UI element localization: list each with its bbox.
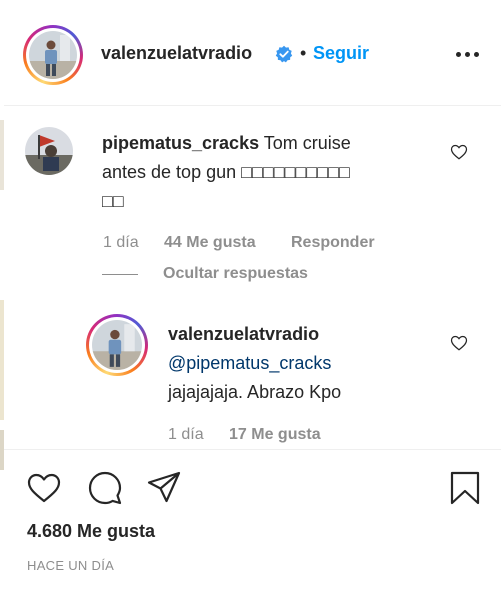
divider-line [102,274,138,275]
post-timestamp: HACE UN DÍA [27,558,115,573]
likes-count[interactable]: 4.680 Me gusta [27,521,155,542]
follow-button[interactable]: Seguir [313,43,369,64]
reply-likes[interactable]: 17 Me gusta [229,426,321,444]
commenter-avatar[interactable] [25,127,73,175]
bookmark-icon[interactable] [447,470,483,506]
comment-text-line2: antes de top gun □□□□□□□□□□ [102,162,350,182]
reply-time[interactable]: 1 día [168,426,204,444]
comment-text-line3: □□ [102,191,124,211]
comment-like-icon[interactable] [450,143,468,161]
paper-plane-icon[interactable] [146,470,182,506]
reply-avatar-photo [92,320,142,370]
reply-text: valenzuelatvradio @pipematus_cracks jaja… [168,320,341,407]
hide-replies-button[interactable]: Ocultar respuestas [163,265,308,283]
comment-bubble-icon[interactable] [87,470,123,506]
reply-mention-link[interactable]: @pipematus_cracks [168,353,331,373]
post-header: valenzuelatvradio • Seguir [4,0,501,106]
separator-dot: • [300,43,307,63]
reply-avatar[interactable] [86,314,148,376]
reply-button[interactable]: Responder [291,234,375,252]
reply-message: jajajajaja. Abrazo Kpo [168,382,342,402]
comment-text-line1: Tom cruise [263,133,351,153]
author-username[interactable]: valenzuelatvradio [101,43,252,64]
post-panel: valenzuelatvradio • Seguir pipematus_cra… [4,0,501,591]
comment-time[interactable]: 1 día [103,234,139,252]
comments-section: pipematus_cracks Tom cruise antes de top… [4,106,501,449]
commenter-username[interactable]: pipematus_cracks [102,133,259,153]
author-avatar[interactable] [23,25,83,85]
verified-badge-icon [275,45,293,63]
commenter-avatar-photo [25,127,73,175]
avatar-photo [29,31,77,79]
comment-likes[interactable]: 44 Me gusta [164,234,256,252]
reply-like-icon[interactable] [450,334,468,352]
like-heart-icon[interactable] [26,470,62,506]
more-options-icon[interactable] [456,52,480,58]
comment-text: pipematus_cracks Tom cruise antes de top… [102,129,351,216]
reply-username[interactable]: valenzuelatvradio [168,324,319,344]
post-actions: 4.680 Me gusta HACE UN DÍA [4,449,501,592]
